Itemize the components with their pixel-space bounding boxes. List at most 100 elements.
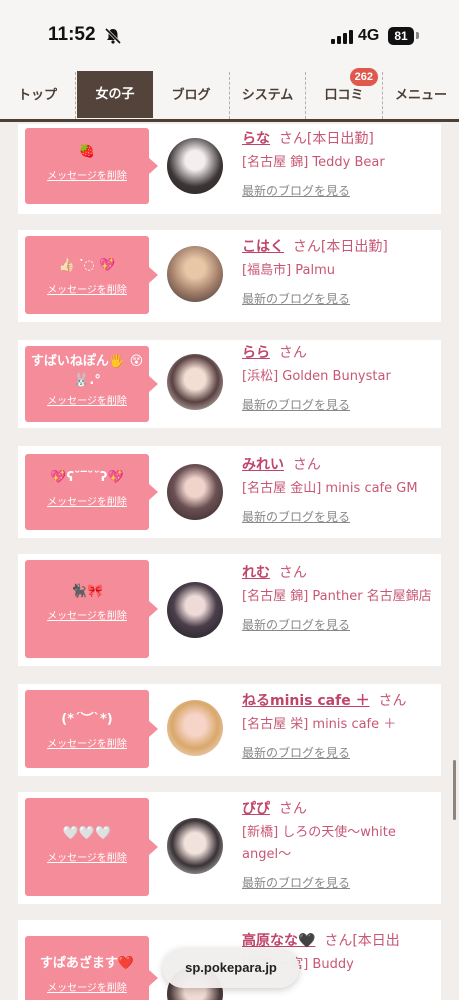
girl-info: みれい さん [名古屋 金山] minis cafe GM 最新のブログを見る bbox=[242, 454, 434, 525]
message-bubble: 🐈‍⬛🎀 メッセージを削除 bbox=[25, 560, 158, 658]
tab-reviews[interactable]: 口コミ 262 bbox=[306, 68, 383, 119]
message-bubble: すばいねぽん🖐 😵🐰.° メッセージを削除 bbox=[25, 346, 158, 422]
girl-info: こはく さん[本日出勤] [福島市] Palmu 最新のブログを見る bbox=[242, 236, 434, 307]
honorific: さん bbox=[292, 457, 321, 473]
tab-label: 女の子 bbox=[95, 87, 135, 102]
avatar[interactable] bbox=[167, 582, 223, 638]
latest-blog-link[interactable]: 最新のブログを見る bbox=[242, 508, 434, 525]
tab-label: 口コミ bbox=[324, 88, 364, 103]
delete-message-link[interactable]: メッセージを削除 bbox=[25, 735, 149, 750]
avatar[interactable] bbox=[167, 138, 223, 194]
delete-message-link[interactable]: メッセージを削除 bbox=[25, 979, 149, 994]
avatar[interactable] bbox=[167, 818, 223, 874]
girl-name-link[interactable]: こはく bbox=[242, 239, 284, 255]
girl-name-link[interactable]: みれい bbox=[242, 457, 284, 473]
name-line: れむ さん bbox=[242, 562, 434, 584]
work-status: [本日出 bbox=[352, 933, 400, 949]
girl-info: ねるminis cafe ＋ さん [名古屋 栄] minis cafe ＋ 最… bbox=[242, 690, 434, 761]
message-bubble: (*´︶`*) メッセージを削除 bbox=[25, 690, 158, 768]
delete-message-link[interactable]: メッセージを削除 bbox=[25, 607, 149, 622]
tab-label: システム bbox=[241, 88, 294, 103]
message-bubble: 🍓 メッセージを削除 bbox=[25, 128, 158, 204]
shop-name: [名古屋 金山] minis cafe GM bbox=[242, 481, 418, 496]
tab-label: メニュー bbox=[394, 88, 447, 103]
name-line: ねるminis cafe ＋ さん bbox=[242, 690, 434, 712]
name-line: ぴぴ さん bbox=[242, 798, 434, 820]
scrollbar[interactable] bbox=[453, 760, 456, 820]
shop-name: [名古屋 錦] Teddy Bear bbox=[242, 155, 385, 170]
list-item: 🍓 メッセージを削除 らな さん[本日出勤] [名古屋 錦] Teddy Bea… bbox=[18, 124, 441, 214]
name-line: みれい さん bbox=[242, 454, 434, 476]
girl-name-link[interactable]: ぴぴ bbox=[242, 801, 270, 817]
honorific: さん bbox=[278, 345, 307, 361]
message-text: すぱあざます❤️ bbox=[39, 956, 135, 971]
list-item: 👍🏻 ᐝ◌ 💖 メッセージを削除 こはく さん[本日出勤] [福島市] Palm… bbox=[18, 230, 441, 322]
delete-message-link[interactable]: メッセージを削除 bbox=[25, 392, 149, 407]
girl-info: れむ さん [名古屋 錦] Panther 名古屋錦店 最新のブログを見る bbox=[242, 562, 434, 633]
girl-name-link[interactable]: 高原なな🖤 bbox=[242, 933, 315, 949]
shop-name: [名古屋 栄] minis cafe ＋ bbox=[242, 717, 397, 732]
message-bubble: 👍🏻 ᐝ◌ 💖 メッセージを削除 bbox=[25, 236, 158, 314]
delete-message-link[interactable]: メッセージを削除 bbox=[25, 281, 149, 296]
message-text: 🤍🤍🤍 bbox=[62, 826, 112, 841]
avatar[interactable] bbox=[167, 464, 223, 520]
girl-name-link[interactable]: ねるminis cafe ＋ bbox=[242, 693, 370, 709]
shop-name: [名古屋 錦] Panther 名古屋錦店 bbox=[242, 589, 432, 604]
honorific: さん bbox=[278, 565, 307, 581]
reviews-count-badge: 262 bbox=[349, 68, 378, 86]
tab-label: トップ bbox=[17, 88, 57, 103]
latest-blog-link[interactable]: 最新のブログを見る bbox=[242, 396, 434, 413]
list-item: すばいねぽん🖐 😵🐰.° メッセージを削除 らら さん [浜松] Golden … bbox=[18, 340, 441, 428]
tab-system[interactable]: システム bbox=[230, 72, 306, 119]
girl-info: らな さん[本日出勤] [名古屋 錦] Teddy Bear 最新のブログを見る bbox=[242, 128, 434, 199]
nav-tabs: トップ 女の子 ブログ システム 口コミ 262 メニュー bbox=[0, 66, 459, 122]
avatar[interactable] bbox=[167, 354, 223, 410]
list-item: (*´︶`*) メッセージを削除 ねるminis cafe ＋ さん [名古屋 … bbox=[18, 684, 441, 776]
shop-name: [福島市] Palmu bbox=[242, 263, 336, 278]
list-item: 💖ʕ˘‾˘˘ʔ💖 メッセージを削除 みれい さん [名古屋 金山] minis … bbox=[18, 446, 441, 538]
honorific: さん bbox=[324, 933, 353, 949]
tab-girls[interactable]: 女の子 bbox=[77, 71, 153, 118]
message-bubble: 🤍🤍🤍 メッセージを削除 bbox=[25, 798, 158, 896]
avatar[interactable] bbox=[167, 700, 223, 756]
list-item: 🤍🤍🤍 メッセージを削除 ぴぴ さん [新橋] しろの天使〜white ange… bbox=[18, 792, 441, 904]
shop-name: [浜松] Golden Bunystar bbox=[242, 369, 391, 384]
url-bar[interactable]: sp.pokepara.jp bbox=[163, 948, 299, 988]
latest-blog-link[interactable]: 最新のブログを見る bbox=[242, 290, 434, 307]
message-text: 🐈‍⬛🎀 bbox=[70, 584, 104, 599]
honorific: さん bbox=[278, 131, 307, 147]
latest-blog-link[interactable]: 最新のブログを見る bbox=[242, 616, 434, 633]
bell-muted-icon bbox=[104, 27, 122, 45]
girl-info: ぴぴ さん [新橋] しろの天使〜white angel〜 最新のブログを見る bbox=[242, 798, 434, 891]
tab-label: ブログ bbox=[171, 88, 211, 103]
signal-icon bbox=[331, 30, 353, 44]
girl-name-link[interactable]: れむ bbox=[242, 565, 270, 581]
latest-blog-link[interactable]: 最新のブログを見る bbox=[242, 744, 434, 761]
name-line: らら さん bbox=[242, 342, 434, 364]
delete-message-link[interactable]: メッセージを削除 bbox=[25, 167, 149, 182]
message-text: (*´︶`*) bbox=[61, 712, 113, 727]
girl-name-link[interactable]: らな bbox=[242, 131, 270, 147]
delete-message-link[interactable]: メッセージを削除 bbox=[25, 493, 149, 508]
latest-blog-link[interactable]: 最新のブログを見る bbox=[242, 874, 434, 891]
clock: 11:52 bbox=[48, 24, 96, 45]
latest-blog-link[interactable]: 最新のブログを見る bbox=[242, 182, 434, 199]
message-text: すばいねぽん🖐 😵🐰.° bbox=[30, 354, 144, 388]
tab-blog[interactable]: ブログ bbox=[153, 72, 230, 119]
message-text: 🍓 bbox=[78, 144, 96, 159]
battery-tip bbox=[416, 32, 419, 39]
list-item: 🐈‍⬛🎀 メッセージを削除 れむ さん [名古屋 錦] Panther 名古屋錦… bbox=[18, 554, 441, 666]
work-status: [本日出勤] bbox=[306, 131, 374, 147]
work-status: [本日出勤] bbox=[320, 239, 388, 255]
tab-top[interactable]: トップ bbox=[0, 72, 76, 119]
tab-menu[interactable]: メニュー bbox=[383, 72, 459, 119]
honorific: さん bbox=[378, 693, 407, 709]
delete-message-link[interactable]: メッセージを削除 bbox=[25, 849, 149, 864]
girl-name-link[interactable]: らら bbox=[242, 345, 270, 361]
message-text: 👍🏻 ᐝ◌ 💖 bbox=[58, 258, 116, 273]
network-type: 4G bbox=[358, 27, 380, 44]
avatar[interactable] bbox=[167, 246, 223, 302]
battery-icon: 81 bbox=[388, 27, 414, 45]
name-line: らな さん[本日出勤] bbox=[242, 128, 434, 150]
name-line: こはく さん[本日出勤] bbox=[242, 236, 434, 258]
